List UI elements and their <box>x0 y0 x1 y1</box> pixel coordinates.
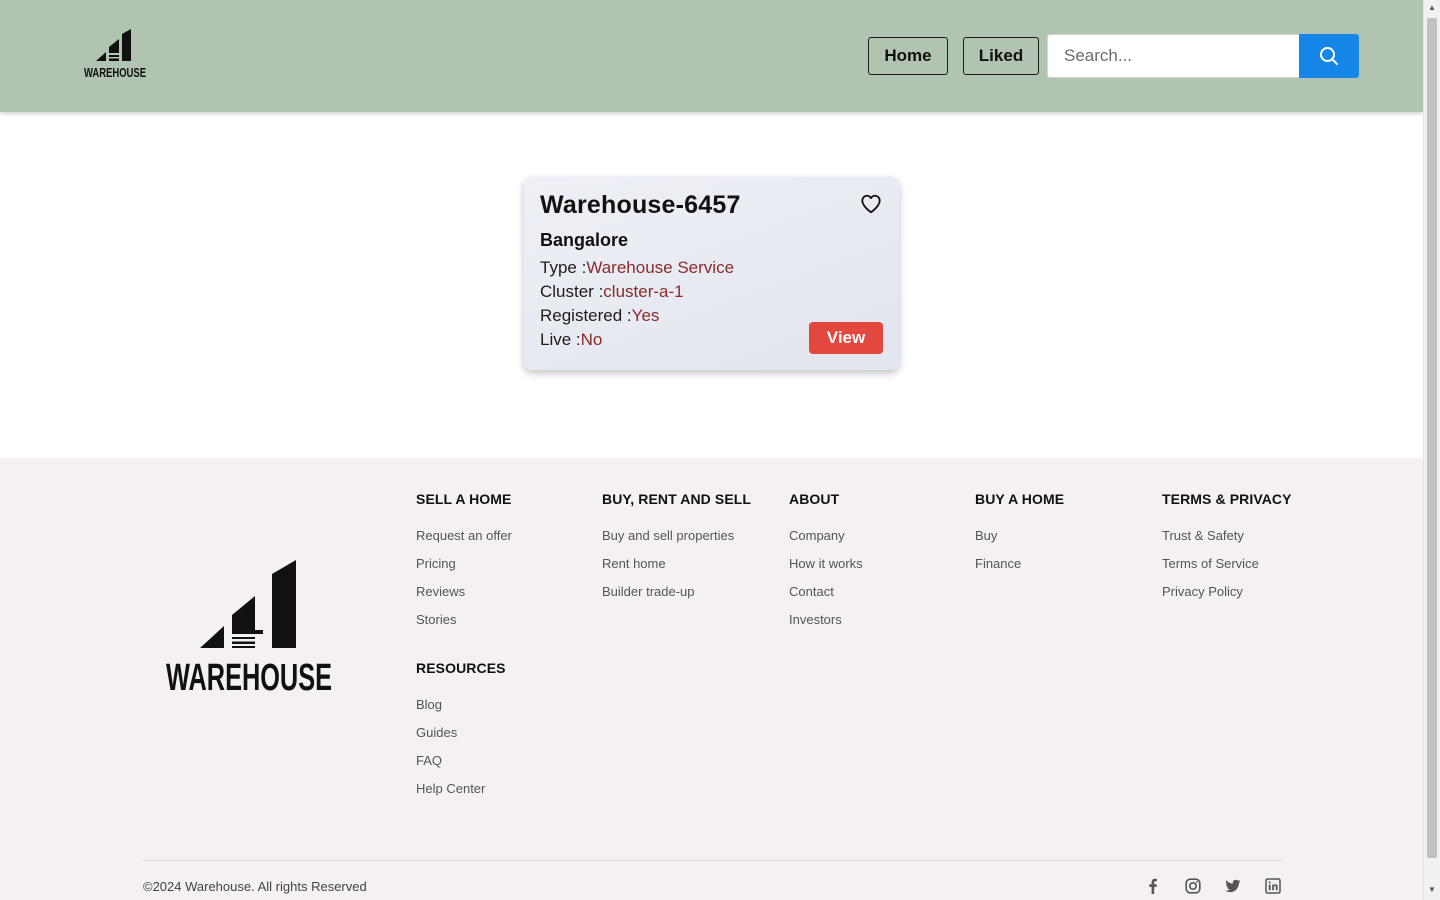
cluster-row: Cluster :cluster-a-1 <box>540 282 684 302</box>
registered-label: Registered : <box>540 306 632 325</box>
footer-link[interactable]: How it works <box>789 556 863 571</box>
search-icon <box>1320 47 1338 65</box>
live-value: No <box>580 330 603 349</box>
scroll-up-arrow-icon[interactable]: ▲ <box>1427 3 1437 13</box>
linkedin-icon[interactable] <box>1265 878 1281 894</box>
facebook-icon[interactable] <box>1145 878 1161 894</box>
top-navbar: WAREHOUSE Home Liked <box>0 0 1423 112</box>
footer-link[interactable]: Help Center <box>416 781 485 796</box>
view-button[interactable]: View <box>809 322 883 354</box>
copyright-text: ©2024 Warehouse. All rights Reserved <box>143 879 367 894</box>
registered-row: Registered :Yes <box>540 306 659 326</box>
footer: WAREHOUSE SELL A HOME Request an offer P… <box>0 458 1423 900</box>
footer-link[interactable]: Buy <box>975 528 997 543</box>
home-button[interactable]: Home <box>868 37 948 75</box>
search-input[interactable] <box>1047 34 1300 78</box>
footer-link[interactable]: Buy and sell properties <box>602 528 734 543</box>
footer-link[interactable]: FAQ <box>416 753 442 768</box>
warehouse-card: Warehouse-6457 Bangalore Type :Warehouse… <box>524 177 899 370</box>
footer-link[interactable]: Company <box>789 528 845 543</box>
warehouse-city: Bangalore <box>540 230 629 250</box>
page-scrollbar[interactable]: ▲ ▼ <box>1423 0 1440 900</box>
footer-link[interactable]: Investors <box>789 612 842 627</box>
footer-link[interactable]: Trust & Safety <box>1162 528 1244 543</box>
footer-link[interactable]: Guides <box>416 725 457 740</box>
footer-link[interactable]: Pricing <box>416 556 456 571</box>
footer-link[interactable]: Reviews <box>416 584 465 599</box>
warehouse-logo[interactable]: WAREHOUSE <box>165 560 333 694</box>
footer-link[interactable]: Builder trade-up <box>602 584 695 599</box>
heart-icon[interactable] <box>860 193 882 215</box>
buy-rent-sell-heading: BUY, RENT AND SELL <box>602 491 752 507</box>
registered-value: Yes <box>631 306 660 325</box>
instagram-icon[interactable] <box>1185 878 1201 894</box>
svg-text:WAREHOUSE: WAREHOUSE <box>84 65 146 80</box>
footer-link[interactable]: Request an offer <box>416 528 512 543</box>
about-heading: ABOUT <box>789 491 840 507</box>
footer-link[interactable]: Terms of Service <box>1162 556 1259 571</box>
resources-heading: RESOURCES <box>416 660 506 676</box>
footer-link[interactable]: Privacy Policy <box>1162 584 1243 599</box>
footer-link[interactable]: Contact <box>789 584 834 599</box>
footer-divider <box>143 860 1282 861</box>
svg-text:WAREHOUSE: WAREHOUSE <box>166 657 332 694</box>
terms-privacy-heading: TERMS & PRIVACY <box>1162 491 1292 507</box>
sell-a-home-heading: SELL A HOME <box>416 491 512 507</box>
buy-a-home-heading: BUY A HOME <box>975 491 1065 507</box>
scroll-down-arrow-icon[interactable]: ▼ <box>1427 885 1437 895</box>
page: WAREHOUSE Home Liked Warehouse-6457 Bang… <box>0 0 1423 900</box>
footer-link[interactable]: Rent home <box>602 556 666 571</box>
scrollbar-thumb[interactable] <box>1427 18 1437 858</box>
footer-link[interactable]: Blog <box>416 697 442 712</box>
warehouse-title: Warehouse-6457 <box>540 191 741 219</box>
cluster-value: cluster-a-1 <box>603 282 684 301</box>
live-label: Live : <box>540 330 581 349</box>
cluster-label: Cluster : <box>540 282 604 301</box>
liked-button[interactable]: Liked <box>963 37 1039 75</box>
footer-link[interactable]: Stories <box>416 612 456 627</box>
twitter-icon[interactable] <box>1225 878 1241 894</box>
type-value: Warehouse Service <box>586 258 735 277</box>
warehouse-logo[interactable]: WAREHOUSE <box>83 29 147 81</box>
type-label: Type : <box>540 258 587 277</box>
footer-link[interactable]: Finance <box>975 556 1021 571</box>
live-row: Live :No <box>540 330 602 350</box>
type-row: Type :Warehouse Service <box>540 258 734 278</box>
search-button[interactable] <box>1299 34 1359 78</box>
